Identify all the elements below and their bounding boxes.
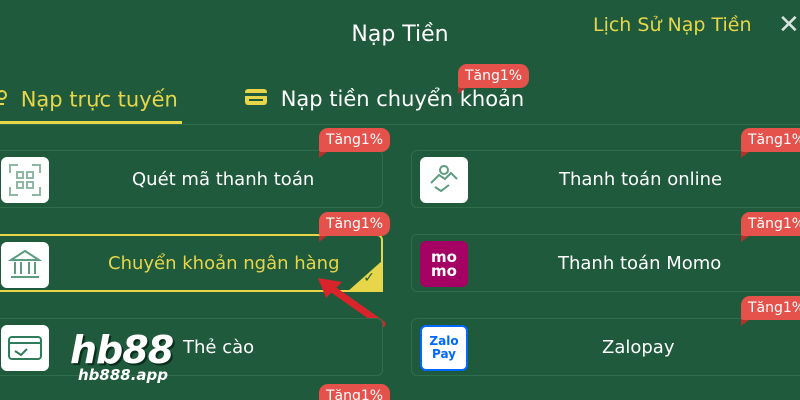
bonus-badge: Tăng1% xyxy=(741,296,800,326)
hb88-watermark-logo: hb88 hb888.app xyxy=(70,328,190,390)
close-icon[interactable]: ✕ xyxy=(778,10,800,40)
method-label: Quét mã thanh toán xyxy=(132,168,315,190)
tab-divider xyxy=(0,124,800,125)
tab-label: Nạp trực tuyến xyxy=(20,87,178,112)
method-scratch-card[interactable]: Thẻ cào xyxy=(0,318,383,376)
method-zalopay[interactable]: Zalo Pay Zalopay xyxy=(411,318,800,376)
momo-logo-text: mo mo xyxy=(431,248,457,280)
wallet-card-icon xyxy=(244,87,268,112)
method-label: Chuyển khoản ngân hàng xyxy=(108,252,340,274)
method-momo[interactable]: mo mo Thanh toán Momo xyxy=(411,234,800,292)
qr-scan-icon xyxy=(1,157,49,203)
bonus-badge: Tăng1% xyxy=(319,212,391,242)
handshake-icon xyxy=(420,157,468,203)
method-label: Zalopay xyxy=(602,336,675,358)
bonus-badge: Tăng1% xyxy=(458,64,530,94)
coin-hand-icon xyxy=(0,86,8,113)
bank-icon xyxy=(1,242,49,288)
method-online-payment[interactable]: Thanh toán online xyxy=(411,150,800,208)
logo-sub-text: hb888.app xyxy=(78,366,169,384)
bonus-badge: Tăng1% xyxy=(741,128,800,158)
tab-online-deposit[interactable]: Nạp trực tuyến xyxy=(0,86,182,124)
deposit-history-link[interactable]: Lịch Sử Nạp Tiền xyxy=(593,14,752,36)
scratch-card-icon xyxy=(1,325,49,371)
zalopay-icon: Zalo Pay xyxy=(420,325,468,371)
zalopay-logo-text: Zalo Pay xyxy=(429,334,459,361)
bonus-badge: Tăng1% xyxy=(319,384,391,400)
momo-icon: mo mo xyxy=(420,241,468,287)
method-label: Thanh toán online xyxy=(559,168,723,190)
bonus-badge: Tăng1% xyxy=(741,212,800,242)
tab-label: Nạp tiền chuyển khoản xyxy=(280,87,525,111)
method-label: Thẻ cào xyxy=(183,336,255,358)
method-label: Thanh toán Momo xyxy=(558,252,722,274)
tab-bank-transfer[interactable]: Nạp tiền chuyển khoản xyxy=(244,86,544,124)
method-qr-payment[interactable]: Quét mã thanh toán xyxy=(0,150,383,208)
bonus-badge: Tăng1% xyxy=(319,128,391,158)
